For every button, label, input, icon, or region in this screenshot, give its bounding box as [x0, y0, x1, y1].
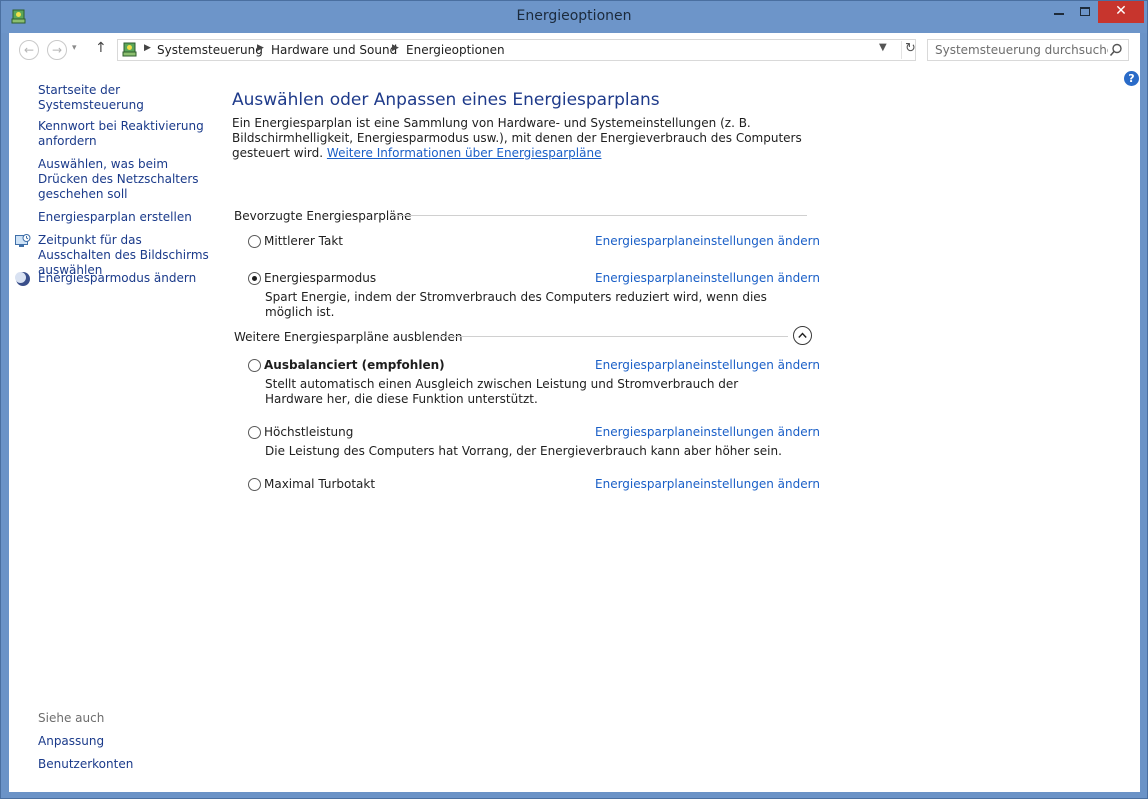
sidebar-link-home[interactable]: Startseite der Systemsteuerung	[38, 83, 213, 113]
breadcrumb-hardware-und-sound[interactable]: Hardware und Sound	[271, 43, 397, 57]
sidebar-link-sleep[interactable]: Energiesparmodus ändern	[38, 271, 213, 286]
refresh-icon[interactable]: ↻	[901, 41, 916, 59]
close-button[interactable]: ✕	[1098, 1, 1144, 23]
help-icon[interactable]: ?	[1124, 71, 1139, 86]
chevron-up-icon	[798, 332, 807, 338]
breadcrumb-separator-icon[interactable]: ▶	[392, 43, 399, 53]
breadcrumb-systemsteuerung[interactable]: Systemsteuerung	[157, 43, 263, 57]
recent-locations-chevron-icon[interactable]: ▾	[72, 43, 77, 53]
search-box[interactable]	[927, 39, 1129, 61]
address-bar[interactable]: ▶ Systemsteuerung ▶ Hardware und Sound ▶…	[117, 39, 916, 61]
minimize-button[interactable]	[1046, 1, 1072, 23]
search-input[interactable]	[928, 40, 1108, 60]
plan-name-ausbalanciert[interactable]: Ausbalanciert (empfohlen)	[264, 358, 445, 372]
maximize-button[interactable]	[1072, 1, 1098, 23]
back-button[interactable]: ←	[19, 40, 39, 60]
sidebar-link-create-plan[interactable]: Energiesparplan erstellen	[38, 210, 213, 225]
forward-arrow-icon: →	[51, 43, 63, 57]
change-settings-link-maximal-turbotakt[interactable]: Energiesparplaneinstellungen ändern	[595, 477, 820, 491]
breadcrumb-separator-icon[interactable]: ▶	[144, 43, 151, 53]
navigation-bar: ← → ▾ ↑ ▶ Systemsteuerung ▶ Hardware und…	[9, 33, 1140, 67]
see-also-heading: Siehe auch	[38, 711, 105, 725]
sidebar-link-power-button-action[interactable]: Auswählen, was beim Drücken des Netzscha…	[38, 157, 213, 202]
change-settings-link-ausbalanciert[interactable]: Energiesparplaneinstellungen ändern	[595, 358, 820, 372]
sidebar-link-user-accounts[interactable]: Benutzerkonten	[38, 757, 213, 772]
plan-name-hoechstleistung[interactable]: Höchstleistung	[264, 425, 353, 439]
back-arrow-icon: ←	[23, 43, 35, 57]
radio-hoechstleistung[interactable]	[248, 426, 261, 439]
plan-desc-energiesparmodus: Spart Energie, indem der Stromverbrauch …	[265, 290, 767, 319]
plan-name-mittlerer-takt[interactable]: Mittlerer Takt	[264, 234, 343, 248]
sidebar-link-password-on-wakeup[interactable]: Kennwort bei Reaktivierung anfordern	[38, 119, 213, 149]
preferred-plans-heading: Bevorzugte Energiesparpläne	[234, 209, 412, 223]
more-info-link[interactable]: Weitere Informationen über Energiesparpl…	[327, 146, 602, 160]
collapse-button[interactable]	[793, 326, 812, 345]
radio-ausbalanciert[interactable]	[248, 359, 261, 372]
close-icon: ✕	[1115, 3, 1127, 19]
divider	[394, 215, 807, 216]
content-area: ← → ▾ ↑ ▶ Systemsteuerung ▶ Hardware und…	[9, 33, 1140, 792]
maximize-icon	[1080, 7, 1090, 16]
sidebar: Startseite der Systemsteuerung Kennwort …	[9, 67, 221, 792]
change-settings-link-energiesparmodus[interactable]: Energiesparplaneinstellungen ändern	[595, 271, 820, 285]
change-settings-link-hoechstleistung[interactable]: Energiesparplaneinstellungen ändern	[595, 425, 820, 439]
monitor-clock-icon	[15, 234, 31, 247]
window-title: Energieoptionen	[516, 8, 632, 24]
address-dropdown-chevron-icon[interactable]: ▼	[879, 42, 887, 53]
radio-energiesparmodus[interactable]	[248, 272, 261, 285]
window-frame: Energieoptionen ✕ ← → ▾ ↑ ▶ Systemsteuer…	[0, 0, 1148, 799]
forward-button[interactable]: →	[47, 40, 67, 60]
plan-desc-ausbalanciert: Stellt automatisch einen Ausgleich zwisc…	[265, 377, 739, 406]
plan-name-maximal-turbotakt[interactable]: Maximal Turbotakt	[264, 477, 375, 491]
search-icon[interactable]	[1109, 43, 1123, 57]
radio-mittlerer-takt[interactable]	[248, 235, 261, 248]
divider	[438, 336, 788, 337]
page-title: Auswählen oder Anpassen eines Energiespa…	[232, 90, 660, 110]
breadcrumb-separator-icon[interactable]: ▶	[257, 43, 264, 53]
plan-name-energiesparmodus[interactable]: Energiesparmodus	[264, 271, 376, 285]
more-plans-heading: Weitere Energiesparpläne ausblenden	[234, 330, 463, 344]
title-bar[interactable]: Energieoptionen ✕	[1, 1, 1147, 33]
intro-text: Ein Energiesparplan ist eine Sammlung vo…	[232, 116, 822, 161]
change-settings-link-mittlerer-takt[interactable]: Energiesparplaneinstellungen ändern	[595, 234, 820, 248]
control-panel-icon	[122, 42, 137, 57]
breadcrumb-energieoptionen[interactable]: Energieoptionen	[406, 43, 505, 57]
radio-maximal-turbotakt[interactable]	[248, 478, 261, 491]
plan-desc-hoechstleistung: Die Leistung des Computers hat Vorrang, …	[265, 444, 782, 458]
minimize-icon	[1054, 13, 1064, 15]
up-arrow-icon[interactable]: ↑	[95, 40, 107, 56]
moon-icon	[15, 272, 30, 286]
sidebar-link-personalization[interactable]: Anpassung	[38, 734, 213, 749]
